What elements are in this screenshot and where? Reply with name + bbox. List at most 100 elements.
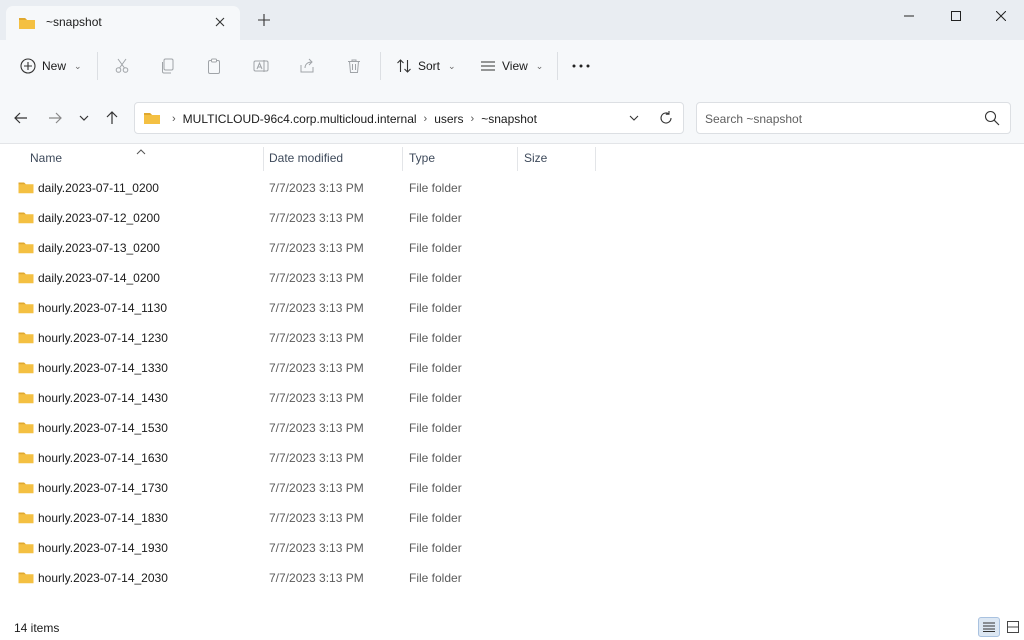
file-name[interactable]: hourly.2023-07-14_1730	[38, 481, 168, 495]
file-row[interactable]: hourly.2023-07-14_1630 7/7/2023 3:13 PM Fi…	[0, 443, 1024, 473]
folder-icon	[18, 181, 34, 197]
plus-circle-icon	[20, 58, 36, 74]
item-count: 14 items	[14, 621, 60, 635]
file-type: File folder	[409, 211, 462, 225]
file-name[interactable]: hourly.2023-07-14_1530	[38, 421, 168, 435]
file-type: File folder	[409, 361, 462, 375]
tiles-view-icon	[1007, 621, 1019, 633]
search-placeholder: Search ~snapshot	[705, 112, 803, 126]
file-row[interactable]: hourly.2023-07-14_1530 7/7/2023 3:13 PM Fi…	[0, 413, 1024, 443]
folder-icon	[18, 241, 34, 257]
file-row[interactable]: hourly.2023-07-14_1230 7/7/2023 3:13 PM Fi…	[0, 323, 1024, 353]
refresh-button[interactable]	[659, 110, 673, 129]
breadcrumb-item-snapshot[interactable]: ~snapshot	[481, 112, 537, 126]
close-window-button[interactable]	[978, 0, 1024, 32]
folder-icon	[18, 331, 34, 347]
file-name[interactable]: daily.2023-07-12_0200	[38, 211, 160, 225]
divider	[380, 52, 381, 80]
file-row[interactable]: hourly.2023-07-14_1830 7/7/2023 3:13 PM Fi…	[0, 503, 1024, 533]
file-row[interactable]: hourly.2023-07-14_1930 7/7/2023 3:13 PM Fi…	[0, 533, 1024, 563]
file-type: File folder	[409, 541, 462, 555]
chevron-right-icon[interactable]: ›	[471, 113, 475, 125]
folder-icon	[18, 361, 34, 377]
copy-button[interactable]	[160, 54, 176, 78]
file-row[interactable]: hourly.2023-07-14_1430 7/7/2023 3:13 PM Fi…	[0, 383, 1024, 413]
file-name[interactable]: hourly.2023-07-14_1930	[38, 541, 168, 555]
column-header-name[interactable]: Name	[30, 145, 62, 171]
file-row[interactable]: daily.2023-07-12_0200 7/7/2023 3:13 PM Fil…	[0, 203, 1024, 233]
scissors-icon	[114, 58, 130, 74]
details-view-icon	[983, 622, 995, 632]
column-divider[interactable]	[517, 147, 518, 171]
tab-snapshot[interactable]: ~snapshot	[6, 6, 240, 40]
folder-icon	[18, 301, 34, 317]
file-name[interactable]: hourly.2023-07-14_1830	[38, 511, 168, 525]
paste-button[interactable]	[206, 54, 222, 78]
file-type: File folder	[409, 391, 462, 405]
chevron-down-icon: ⌄	[448, 60, 456, 71]
file-name[interactable]: hourly.2023-07-14_1230	[38, 331, 168, 345]
rename-icon	[253, 58, 269, 74]
tiles-view-button[interactable]	[1003, 617, 1023, 637]
delete-button[interactable]	[346, 54, 362, 78]
column-header-type[interactable]: Type	[409, 145, 435, 171]
column-header-size[interactable]: Size	[524, 145, 547, 171]
rename-button[interactable]	[253, 54, 269, 78]
chevron-right-icon[interactable]: ›	[424, 113, 428, 125]
arrow-right-icon	[49, 112, 62, 124]
search-box[interactable]: Search ~snapshot	[696, 102, 1011, 134]
file-row[interactable]: hourly.2023-07-14_1130 7/7/2023 3:13 PM Fi…	[0, 293, 1024, 323]
breadcrumb-item-users[interactable]: users	[434, 112, 463, 126]
share-button[interactable]	[299, 54, 315, 78]
column-divider[interactable]	[263, 147, 264, 171]
arrow-up-icon	[106, 111, 118, 124]
file-name[interactable]: daily.2023-07-14_0200	[38, 271, 160, 285]
file-name[interactable]: hourly.2023-07-14_1430	[38, 391, 168, 405]
file-row[interactable]: daily.2023-07-14_0200 7/7/2023 3:13 PM Fil…	[0, 263, 1024, 293]
folder-icon	[18, 481, 34, 497]
file-row[interactable]: hourly.2023-07-14_1330 7/7/2023 3:13 PM Fi…	[0, 353, 1024, 383]
chevron-down-icon: ⌄	[74, 60, 82, 71]
file-date-modified: 7/7/2023 3:13 PM	[269, 481, 364, 495]
address-row: › MULTICLOUD-96c4.corp.multicloud.intern…	[0, 92, 1024, 144]
back-button[interactable]	[11, 108, 31, 128]
folder-icon	[18, 271, 34, 287]
sort-button[interactable]: Sort ⌄	[396, 54, 456, 78]
sort-icon	[396, 58, 412, 74]
more-options-button[interactable]	[572, 54, 590, 78]
more-icon	[572, 64, 590, 68]
file-row[interactable]: daily.2023-07-13_0200 7/7/2023 3:13 PM Fil…	[0, 233, 1024, 263]
file-name[interactable]: daily.2023-07-11_0200	[38, 181, 159, 195]
recent-locations-button[interactable]	[74, 108, 94, 128]
file-row[interactable]: hourly.2023-07-14_1730 7/7/2023 3:13 PM Fi…	[0, 473, 1024, 503]
file-date-modified: 7/7/2023 3:13 PM	[269, 331, 364, 345]
column-divider[interactable]	[402, 147, 403, 171]
file-name[interactable]: hourly.2023-07-14_2030	[38, 571, 168, 585]
address-bar[interactable]: › MULTICLOUD-96c4.corp.multicloud.intern…	[134, 102, 684, 134]
details-view-button[interactable]	[978, 617, 1000, 637]
forward-button[interactable]	[45, 108, 65, 128]
view-button[interactable]: View ⌄	[480, 54, 543, 78]
file-name[interactable]: hourly.2023-07-14_1130	[38, 301, 167, 315]
column-divider[interactable]	[595, 147, 596, 171]
maximize-button[interactable]	[933, 0, 979, 32]
cut-button[interactable]	[114, 54, 130, 78]
breadcrumb-item-host[interactable]: MULTICLOUD-96c4.corp.multicloud.internal	[183, 112, 417, 126]
column-header-date[interactable]: Date modified	[269, 145, 343, 171]
file-name[interactable]: hourly.2023-07-14_1330	[38, 361, 168, 375]
file-name[interactable]: daily.2023-07-13_0200	[38, 241, 160, 255]
minimize-button[interactable]	[886, 0, 932, 32]
search-icon[interactable]	[984, 110, 1000, 129]
file-row[interactable]: daily.2023-07-11_0200 7/7/2023 3:13 PM Fil…	[0, 173, 1024, 203]
new-button[interactable]: New ⌄	[20, 54, 82, 78]
command-bar: New ⌄ Sort ⌄ View ⌄	[0, 40, 1024, 92]
up-button[interactable]	[102, 108, 122, 128]
file-type: File folder	[409, 181, 462, 195]
file-row[interactable]: hourly.2023-07-14_2030 7/7/2023 3:13 PM Fi…	[0, 563, 1024, 593]
refresh-icon	[660, 111, 672, 124]
address-dropdown-button[interactable]	[629, 111, 639, 128]
file-name[interactable]: hourly.2023-07-14_1630	[38, 451, 168, 465]
close-tab-icon[interactable]	[212, 14, 228, 30]
new-tab-button[interactable]	[256, 12, 272, 28]
file-type: File folder	[409, 511, 462, 525]
